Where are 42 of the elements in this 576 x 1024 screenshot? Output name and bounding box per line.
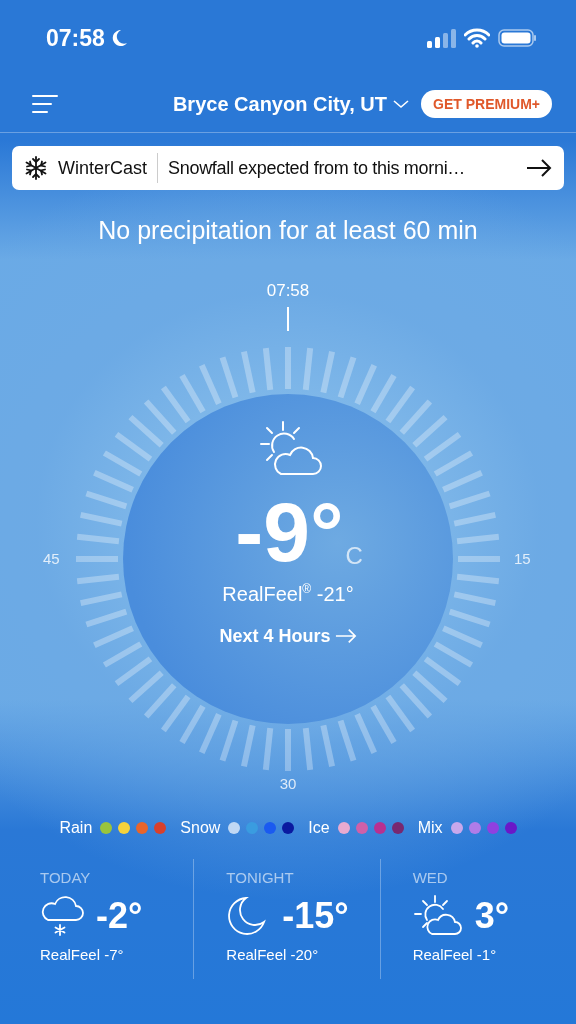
forecast-label: TODAY <box>40 869 91 886</box>
premium-button[interactable]: GET PREMIUM+ <box>421 90 552 118</box>
forecast-realfeel: RealFeel -1° <box>412 946 497 963</box>
chevron-down-icon <box>393 99 410 109</box>
time-marker <box>286 307 290 331</box>
banner-message: Snowfall expected from to this morni… <box>168 157 467 179</box>
legend-label: Rain <box>59 819 93 837</box>
dial-label: 07:58 <box>265 281 311 301</box>
arrow-right-icon <box>526 158 552 178</box>
battery-icon <box>498 28 538 48</box>
snow-cloud-icon <box>40 894 84 938</box>
snowflake-icon <box>24 156 48 180</box>
banner-title: WinterCast <box>58 157 147 179</box>
forecast-label: WED <box>412 869 448 886</box>
current-temperature: -9° <box>235 490 344 574</box>
dial-label: 45 <box>43 550 60 567</box>
status-time: 07:58 <box>46 24 105 52</box>
forecast-temperature: 3° <box>474 895 510 937</box>
precipitation-summary: No precipitation for at least 60 min <box>97 216 479 245</box>
forecast-label: TONIGHT <box>226 869 294 886</box>
forecast-card[interactable]: WED 3° RealFeel -1° <box>379 859 566 979</box>
dial-label: 30 <box>278 775 298 792</box>
legend-label: Ice <box>308 819 330 837</box>
forecast-realfeel: RealFeel -7° <box>40 946 124 963</box>
partly-sunny-icon <box>412 894 463 938</box>
arrow-right-icon <box>334 628 357 645</box>
menu-icon[interactable] <box>32 93 60 115</box>
forecast-temperature: -2° <box>96 895 143 937</box>
wintercast-banner[interactable]: WinterCast Snowfall expected from to this morni… <box>12 146 564 190</box>
realfeel-text: RealFeel$^{®}$ -21° <box>222 582 354 606</box>
legend-label: Snow <box>180 819 221 837</box>
legend-label: Mix <box>417 819 443 837</box>
next-hours-link[interactable]: Next 4 Hours <box>219 625 357 647</box>
forecast-realfeel: RealFeel -20° <box>226 946 319 963</box>
forecast-card[interactable]: TONIGHT -15° RealFeel -20° <box>193 859 380 979</box>
signal-icon <box>426 28 456 48</box>
wifi-icon <box>464 28 490 48</box>
temperature-unit: C <box>345 542 363 570</box>
forecast-temperature: -15° <box>282 895 349 937</box>
location-selector[interactable]: Bryce Canyon City, UT <box>172 92 410 116</box>
dial-label: 15 <box>514 550 531 567</box>
forecast-card[interactable]: TODAY -2° RealFeel -7° <box>20 859 194 979</box>
